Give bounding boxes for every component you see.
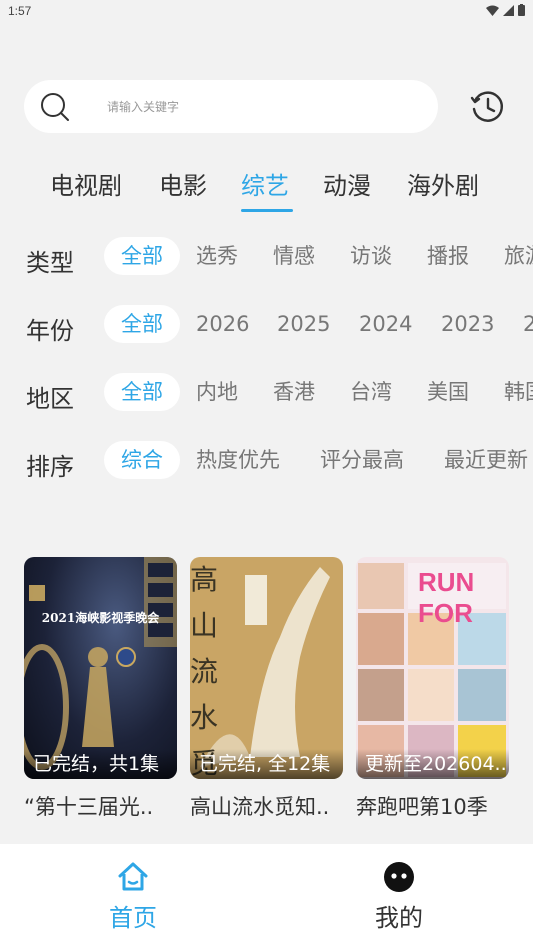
filter-chip[interactable]: 情感 (273, 237, 315, 275)
filter-chip[interactable]: 内地 (196, 373, 238, 411)
poster-title: 2021海峡影视季晚会 (41, 611, 160, 625)
tab-anime[interactable]: 动漫 (323, 166, 371, 201)
filter-chip[interactable]: 全部 (104, 237, 180, 275)
search-icon (41, 93, 69, 121)
filter-chip[interactable]: 2023 (441, 305, 494, 343)
active-tab-indicator (241, 209, 293, 212)
filter-chip[interactable]: 选秀 (196, 237, 238, 275)
history-icon[interactable] (470, 89, 506, 125)
show-card[interactable]: RUN FOR 更新至202604.. 奔跑吧第10季 (356, 557, 509, 821)
filter-chip[interactable]: 香港 (273, 373, 315, 411)
episode-badge: 已完结, 全12集 (190, 749, 343, 779)
episode-badge: 更新至202604.. (356, 749, 509, 779)
filter-label: 地区 (26, 385, 74, 413)
filter-chip[interactable]: 2024 (359, 305, 412, 343)
show-card[interactable]: 2021海峡影视季晚会 已完结，共1集 “第十三届光.. (24, 557, 177, 821)
poster-image: 高山流水觅知音 已完结, 全12集 (190, 557, 343, 779)
status-time: 1:57 (8, 4, 32, 18)
filter-chip[interactable]: 2025 (277, 305, 330, 343)
nav-mine-label: 我的 (375, 904, 423, 932)
filter-label: 年份 (26, 317, 74, 345)
filter-chip[interactable]: 旅游 (504, 237, 533, 275)
battery-icon (518, 4, 525, 16)
show-card[interactable]: 高山流水觅知音 已完结, 全12集 高山流水觅知.. (190, 557, 343, 821)
tab-variety[interactable]: 综艺 (241, 166, 289, 201)
filter-chip[interactable]: 全部 (104, 373, 180, 411)
nav-mine[interactable]: 我的 (339, 860, 459, 933)
filter-row-region: 地区 全部 内地 香港 台湾 美国 韩国 (0, 373, 533, 413)
filter-chip[interactable]: 韩国 (504, 373, 533, 411)
tab-movies[interactable]: 电影 (159, 166, 207, 201)
nav-home-label: 首页 (109, 904, 157, 932)
film-reel-art (24, 557, 177, 770)
filter-chip[interactable]: 美国 (427, 373, 469, 411)
filter-chip[interactable]: 评分最高 (320, 441, 404, 479)
wifi-icon (486, 5, 499, 16)
card-title: 奔跑吧第10季 (356, 795, 488, 819)
filter-label: 类型 (26, 249, 74, 277)
filter-chip[interactable]: 全部 (104, 305, 180, 343)
filter-chip[interactable]: 热度优先 (196, 441, 280, 479)
filter-row-year: 年份 全部 2026 2025 2024 2023 2022 (0, 305, 533, 345)
search-bar[interactable]: 请输入关键字 (24, 80, 438, 133)
poster-image: RUN FOR 更新至202604.. (356, 557, 509, 779)
filter-row-type: 类型 全部 选秀 情感 访谈 播报 旅游 (0, 237, 533, 277)
filter-label: 排序 (26, 453, 74, 481)
filter-chip[interactable]: 播报 (427, 237, 469, 275)
tab-overseas[interactable]: 海外剧 (407, 166, 479, 201)
filter-chip[interactable]: 2022 (523, 305, 533, 343)
bottom-nav: 首页 我的 (0, 844, 533, 948)
filter-chip[interactable]: 访谈 (350, 237, 392, 275)
category-tabs: 电视剧 电影 综艺 动漫 海外剧 (0, 166, 533, 216)
filter-chip[interactable]: 综合 (104, 441, 180, 479)
card-title: 高山流水觅知.. (190, 795, 330, 819)
poster-title: 高山流水觅知音 (190, 563, 219, 779)
home-icon (118, 862, 148, 891)
signal-icon (503, 4, 514, 16)
poster-title: RUN FOR (418, 567, 475, 628)
status-icons (486, 4, 525, 16)
filter-chip[interactable]: 台湾 (350, 373, 392, 411)
search-input[interactable]: 请输入关键字 (107, 98, 179, 115)
nav-home[interactable]: 首页 (73, 860, 193, 933)
poster-image: 2021海峡影视季晚会 已完结，共1集 (24, 557, 177, 779)
profile-icon (384, 862, 414, 892)
status-bar: 1:57 (0, 0, 533, 24)
filter-chip[interactable]: 最近更新 (444, 441, 528, 479)
card-title: “第十三届光.. (24, 795, 154, 819)
filter-row-sort: 排序 综合 热度优先 评分最高 最近更新 (0, 441, 533, 481)
tab-tv-series[interactable]: 电视剧 (50, 166, 122, 201)
episode-badge: 已完结，共1集 (24, 749, 177, 779)
filter-chip[interactable]: 2026 (196, 305, 249, 343)
